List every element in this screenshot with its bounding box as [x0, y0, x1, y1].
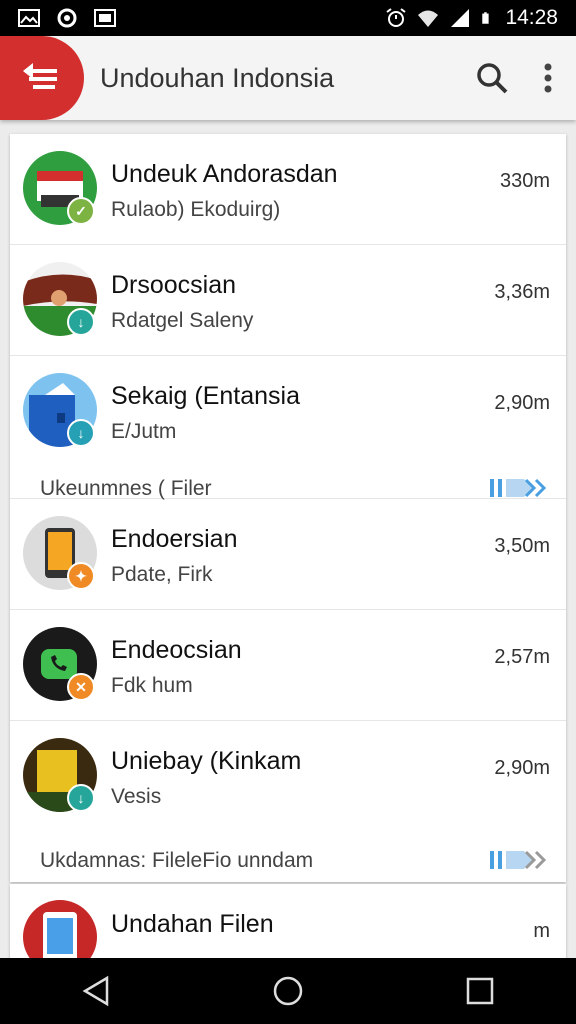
back-icon: [82, 975, 109, 1007]
download-badge-icon: ✦: [67, 562, 95, 590]
item-size: 2,57m: [494, 646, 550, 668]
download-badge-icon: ✕: [67, 673, 95, 701]
list-item[interactable]: ✓ Undeuk Andorasdan Rulaob) Ekoduirg) 33…: [10, 134, 566, 245]
clock: 14:28: [505, 6, 558, 29]
app-bar: Undouhan Indonsia: [0, 36, 576, 120]
item-title: Endeocsian: [111, 636, 242, 664]
item-size: m: [533, 920, 550, 942]
item-subtitle: Fdk hum: [111, 674, 193, 697]
overflow-menu-button[interactable]: [520, 50, 576, 106]
item-title: Drsoocsian: [111, 271, 237, 299]
item-title: Endoersian: [111, 525, 238, 553]
item-size: 330m: [499, 170, 550, 192]
battery-icon: [482, 12, 490, 24]
item-title: Uniebay (Kinkam: [111, 747, 302, 775]
search-button[interactable]: [464, 50, 520, 106]
item-size: 3,36m: [494, 281, 550, 303]
sync-icon: [57, 8, 77, 28]
list-item[interactable]: ✕ Endeocsian Fdk hum 2,57m: [10, 610, 566, 721]
download-badge-icon: ↓: [67, 784, 95, 812]
signal-icon: [451, 9, 470, 27]
list-item[interactable]: ↓ Uniebay (Kinkam Vesis 2,90m Ukdamnas: …: [10, 721, 566, 881]
item-status: Ukeunmnes ( Filer: [40, 477, 212, 500]
navigation-bar: [0, 958, 576, 1024]
download-badge-icon: ✓: [67, 197, 95, 225]
item-subtitle: Vesis: [111, 785, 162, 808]
download-badge-icon: ↓: [67, 308, 95, 336]
back-button[interactable]: [66, 966, 126, 1016]
more-vert-icon: [544, 63, 552, 93]
item-subtitle: E/Jutm: [111, 420, 177, 443]
item-subtitle: Rdatgel Saleny: [111, 309, 254, 332]
wifi-icon: [418, 10, 439, 27]
alarm-icon: [386, 8, 407, 27]
item-title: Undahan Filen: [111, 910, 274, 938]
search-icon: [477, 63, 508, 94]
download-badge-icon: ↓: [67, 419, 95, 447]
item-subtitle: Rulaob) Ekoduirg): [111, 198, 281, 221]
page-title: Undouhan Indonsia: [100, 62, 335, 93]
photo-icon: [94, 9, 116, 27]
item-size: 2,90m: [494, 392, 550, 414]
downloads-card: ✓ Undeuk Andorasdan Rulaob) Ekoduirg) 33…: [10, 134, 566, 882]
item-size: 3,50m: [494, 535, 550, 557]
list-item[interactable]: Undahan Filen m: [10, 884, 566, 964]
list-item[interactable]: ↓ Drsoocsian Rdatgel Saleny 3,36m: [10, 245, 566, 356]
app-thumbnail: [23, 900, 97, 964]
list-item[interactable]: ↓ Sekaig (Entansia E/Jutm 2,90m Ukeunmne…: [10, 356, 566, 500]
item-status: Ukdamnas: FileleFio unndam: [40, 849, 314, 872]
recents-icon: [466, 977, 494, 1005]
item-size: 2,90m: [494, 757, 550, 779]
home-icon: [273, 976, 303, 1006]
app-logo-icon[interactable]: [0, 36, 84, 120]
status-bar: 14:28: [0, 0, 576, 36]
item-title: Sekaig (Entansia: [111, 382, 301, 410]
downloads-card-next: Undahan Filen m: [10, 884, 566, 964]
image-icon: [18, 9, 40, 27]
download-progress-icon: [490, 478, 547, 498]
recents-button[interactable]: [450, 966, 510, 1016]
download-progress-icon: [490, 850, 547, 870]
item-title: Undeuk Andorasdan: [111, 160, 338, 188]
item-subtitle: Pdate, Firk: [111, 563, 213, 586]
home-button[interactable]: [258, 966, 318, 1016]
list-item[interactable]: ✦ Endoersian Pdate, Firk 3,50m: [10, 499, 566, 610]
